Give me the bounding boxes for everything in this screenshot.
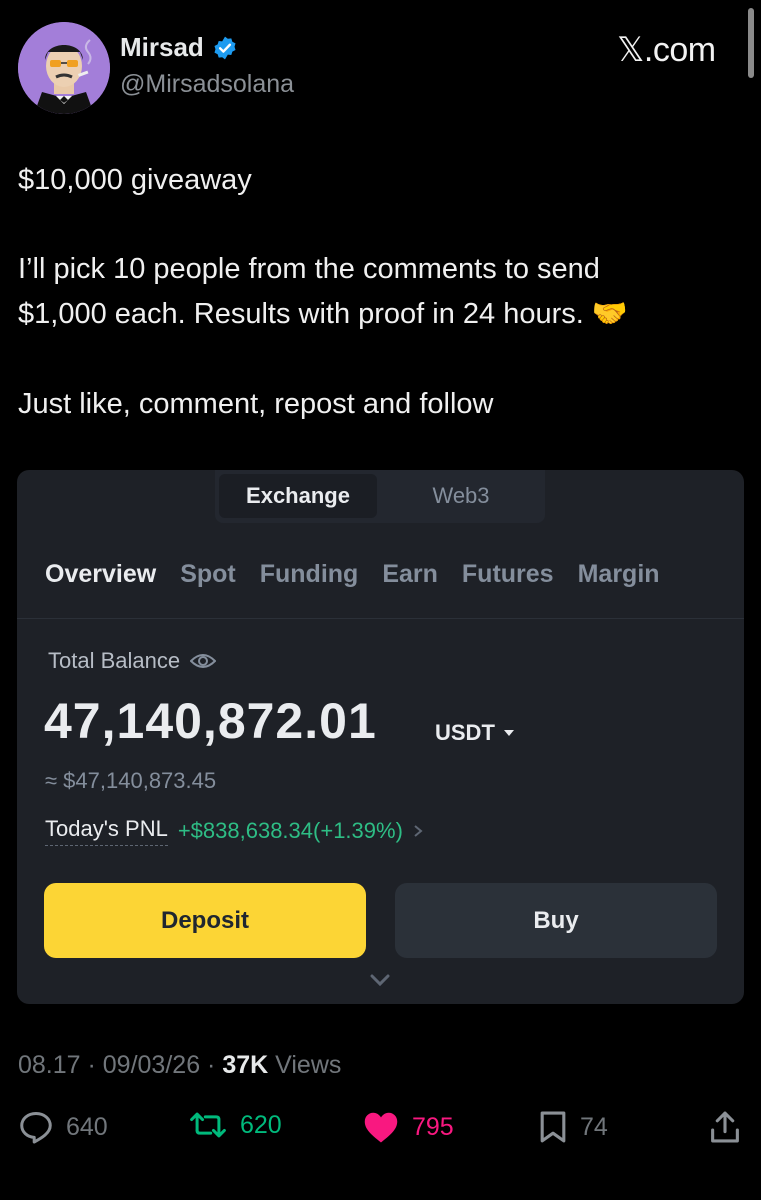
caret-down-icon [503,730,514,736]
tab-overview[interactable]: Overview [45,560,156,588]
reply-button[interactable]: 640 [18,1110,108,1144]
views-count: 37K [222,1051,269,1079]
chevron-right-icon [414,825,423,837]
verified-badge-icon [214,36,236,59]
tab-spot[interactable]: Spot [180,560,236,588]
repost-count: 620 [240,1110,282,1139]
author-handle[interactable]: @Mirsadsolana [120,70,294,99]
buy-button[interactable]: Buy [395,883,717,958]
repost-icon [190,1112,226,1138]
tab-futures[interactable]: Futures [462,560,554,588]
bookmark-count: 74 [580,1112,608,1141]
post-line-4: Just like, comment, repost and follow [18,388,494,420]
post-line-1: $10,000 giveaway [18,164,252,196]
pnl-row[interactable]: Today's PNL +$838,638.34(+1.39%) [45,816,423,846]
pnl-value: +$838,638.34(+1.39%) [177,818,403,843]
brand-watermark: 𝕏.com [617,30,716,70]
share-button[interactable] [708,1110,742,1144]
total-balance-value: 47,140,872.01 [44,693,377,749]
currency-selector[interactable]: USDT [435,720,515,746]
like-button[interactable]: 795 [362,1110,454,1144]
avatar[interactable] [18,22,110,114]
x-logo-icon: 𝕏 [617,30,644,70]
tab-divider [17,618,744,619]
deposit-button[interactable]: Deposit [44,883,366,958]
post-line-2: I’ll pick 10 people from the comments to… [18,253,600,285]
tab-margin[interactable]: Margin [578,560,660,588]
account-tabs: Overview Spot Funding Earn Futures Margin [45,560,684,589]
heart-icon [364,1112,398,1143]
post-meta: 08.17 · 09/03/26 · 37K Views [18,1051,341,1080]
embedded-screenshot[interactable]: Exchange Web3 Overview Spot Funding Earn Fut… [17,470,744,1004]
approx-usd-value: ≈ $47,140,873.45 [45,768,217,793]
pnl-label: Today's PNL [45,816,168,846]
share-icon [711,1111,739,1143]
tab-earn[interactable]: Earn [382,560,438,588]
bookmark-button[interactable]: 74 [538,1110,608,1144]
views-label: Views [268,1051,342,1079]
repost-button[interactable]: 620 [188,1110,282,1140]
eye-icon[interactable] [190,652,217,670]
brand-suffix: .com [643,31,716,69]
avatar-illustration [18,22,110,114]
chevron-down-icon[interactable] [369,973,391,987]
tab-funding[interactable]: Funding [260,560,359,588]
reply-count: 640 [66,1112,108,1141]
currency-label: USDT [435,720,495,745]
like-count: 795 [412,1112,454,1141]
author-name[interactable]: Mirsad [120,32,204,63]
exchange-web3-switch: Exchange Web3 [215,470,545,523]
bookmark-icon [540,1111,566,1143]
switch-web3[interactable]: Web3 [391,474,531,518]
post-line-3: $1,000 each. Results with proof in 24 ho… [18,298,629,330]
scrollbar[interactable] [748,8,754,78]
total-balance-label: Total Balance [48,648,181,673]
switch-exchange[interactable]: Exchange [219,474,377,518]
total-balance-row: Total Balance [48,648,217,674]
reply-icon [20,1112,52,1144]
post-timestamp[interactable]: 08.17 · 09/03/26 · [18,1051,222,1079]
